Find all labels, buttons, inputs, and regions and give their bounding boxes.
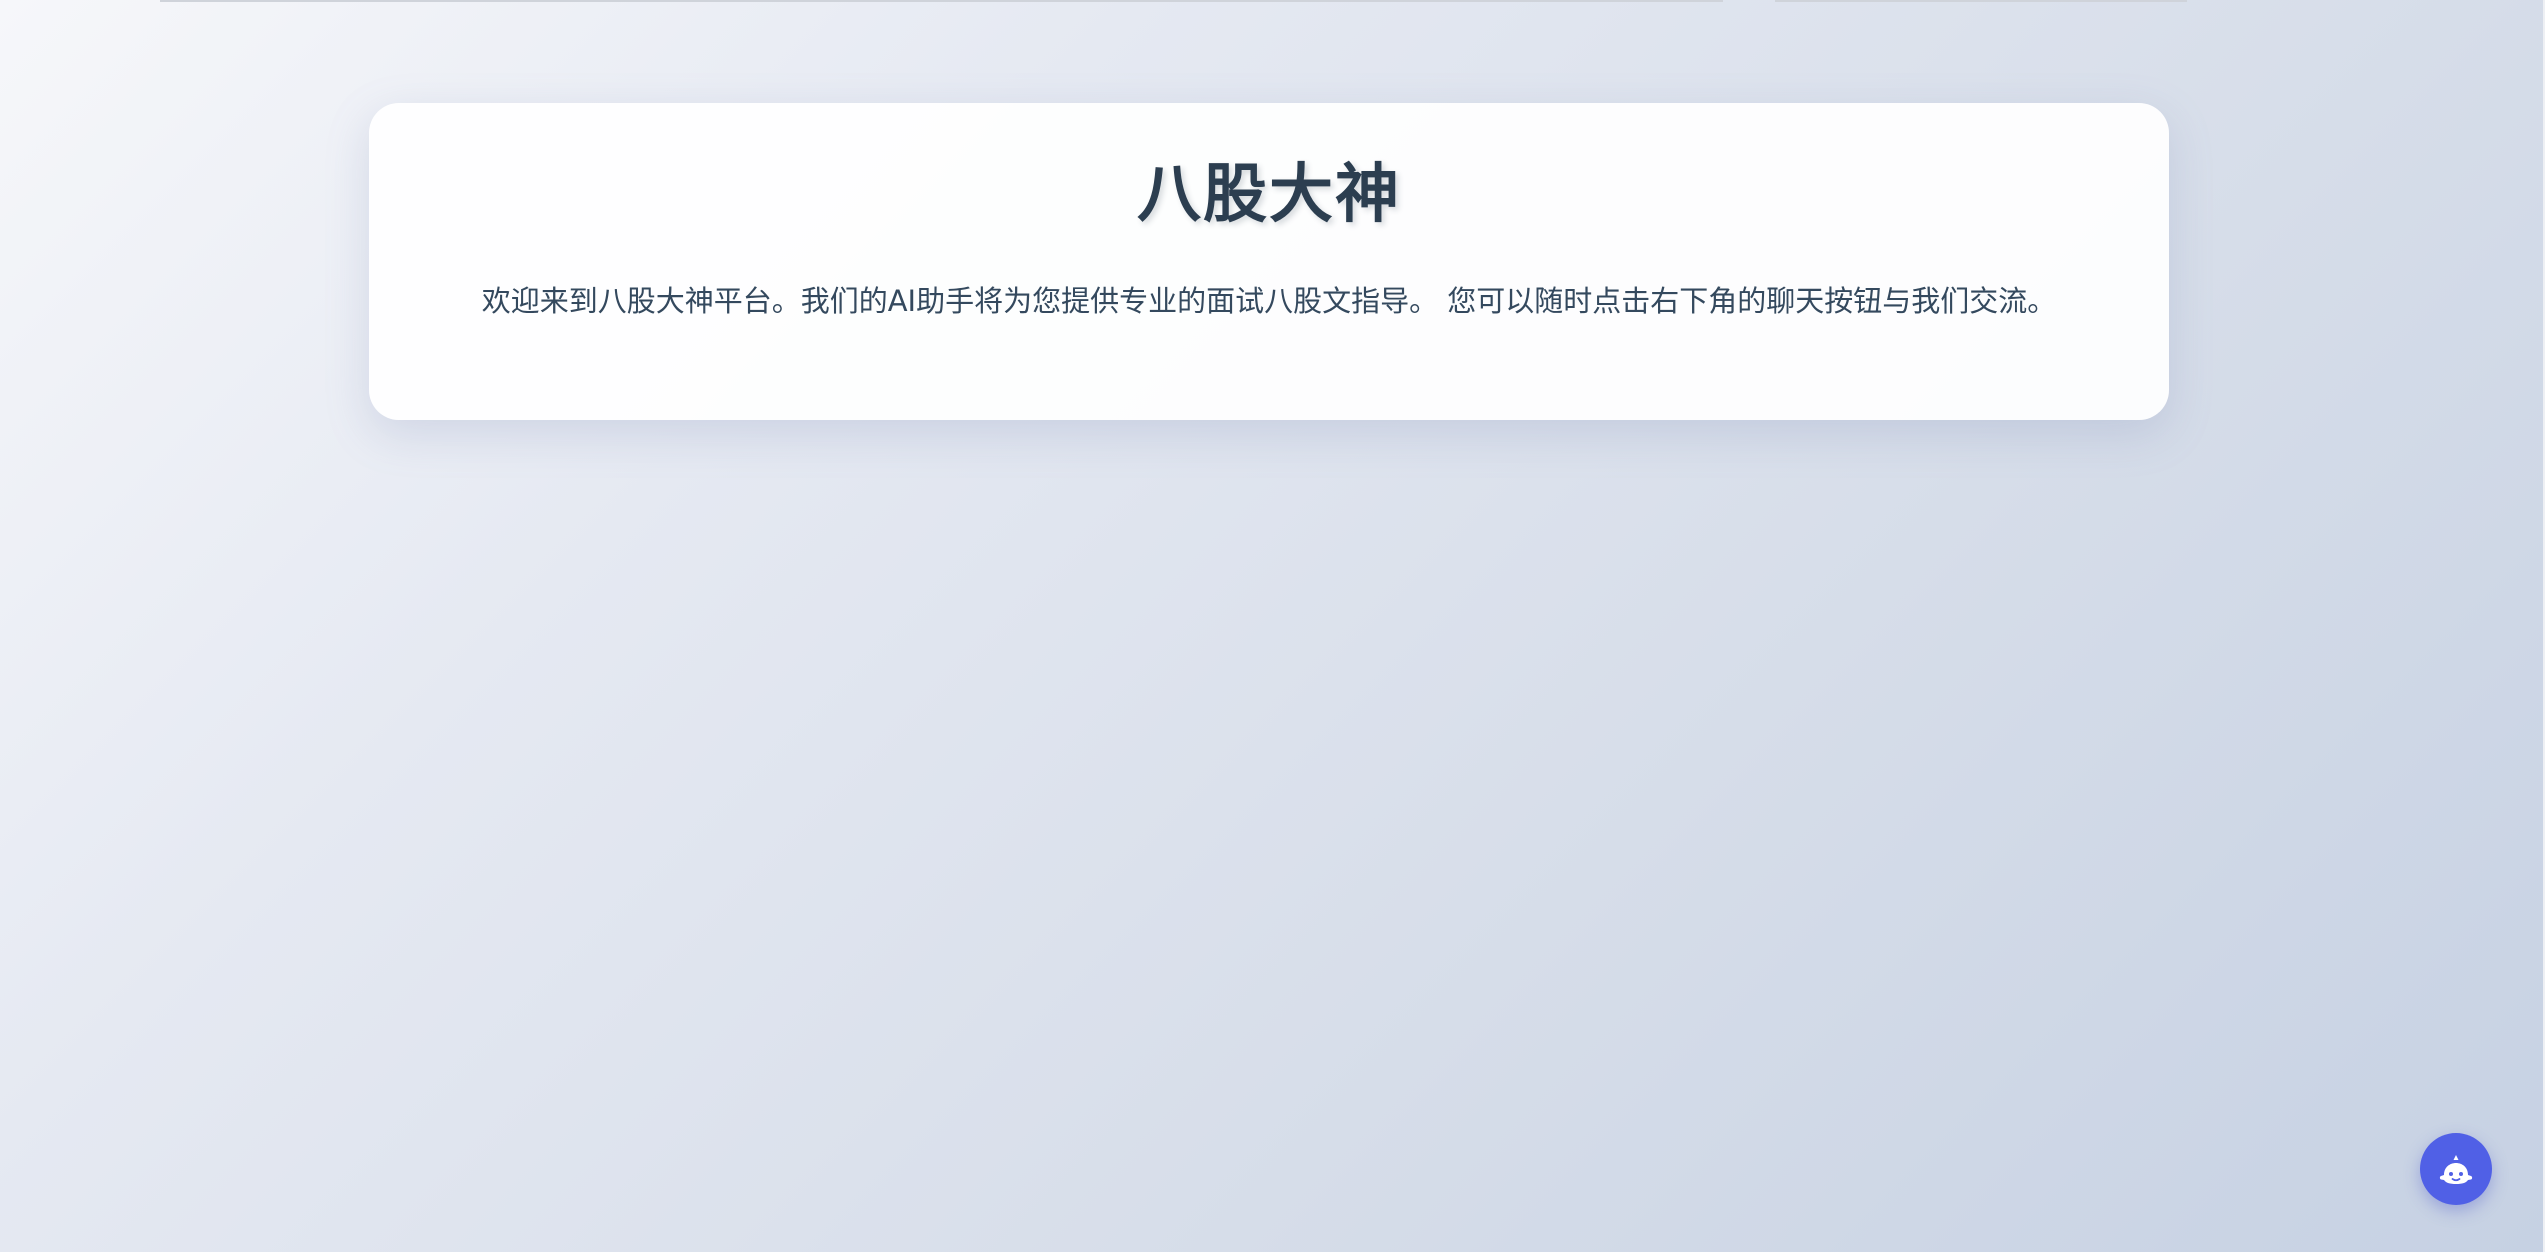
robot-face-icon [2439, 1155, 2473, 1184]
welcome-card: 八股大神 欢迎来到八股大神平台。我们的AI助手将为您提供专业的面试八股文指导。 … [369, 103, 2169, 420]
welcome-description: 欢迎来到八股大神平台。我们的AI助手将为您提供专业的面试八股文指导。 您可以随时… [481, 284, 2057, 318]
top-bar-segment [1775, 0, 2187, 2]
chat-button[interactable] [2420, 1133, 2492, 1205]
top-bar-segment [160, 0, 1723, 2]
page-title: 八股大神 [1137, 158, 1401, 232]
top-bar [0, 0, 2545, 5]
